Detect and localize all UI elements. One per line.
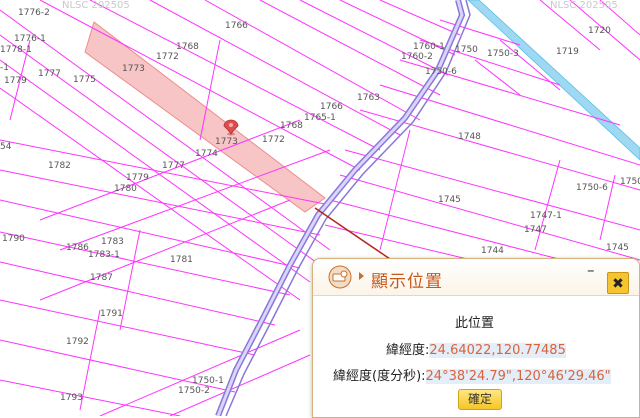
parcel-label-1747-1: 1747-1 bbox=[530, 211, 562, 221]
parcel-label-1792: 1792 bbox=[66, 337, 89, 347]
dms-coordinate-label: 緯經度(度分秒): bbox=[333, 369, 426, 384]
dms-coordinate-row: 緯經度(度分秒):24°38'24.79",120°46'29.46" bbox=[333, 365, 611, 384]
parcel-label-1766-b: 1766 bbox=[320, 102, 343, 112]
parcel-label-1783: 1783 bbox=[101, 237, 124, 247]
parcel-label-1778-1: 1778-1 bbox=[0, 45, 32, 55]
watermark-right: NLSC 202505 bbox=[550, 0, 618, 11]
parcel-label-1750: 1750 bbox=[455, 45, 478, 55]
parcel-label-1774: 1774 bbox=[195, 149, 218, 159]
parcel-label-1745: 1745 bbox=[438, 195, 461, 205]
parcel-label-54: 54 bbox=[0, 142, 12, 152]
parcel-label-1781: 1781 bbox=[170, 255, 193, 265]
parcel-label-1750-2: 1750-2 bbox=[178, 386, 210, 396]
parcel-label-1776-2: 1776-2 bbox=[18, 8, 50, 18]
parcel-label-edge: -1 bbox=[0, 63, 9, 73]
dialog-header: 顯示位置 – ✖ bbox=[313, 259, 639, 296]
parcel-label-1765-1: 1765-1 bbox=[304, 113, 336, 123]
parcel-label-1760-1: 1760-1 bbox=[413, 42, 445, 52]
dialog-title: 顯示位置 bbox=[371, 272, 443, 292]
title-pointer-icon bbox=[359, 272, 364, 280]
parcel-label-1772: 1772 bbox=[156, 52, 179, 62]
parcel-label-1748: 1748 bbox=[458, 132, 481, 142]
parcel-label-1750-6: 1750-6 bbox=[425, 67, 457, 77]
river bbox=[467, 0, 640, 161]
confirm-button[interactable]: 確定 bbox=[458, 389, 502, 410]
parcel-label-1776-1: 1776-1 bbox=[14, 34, 46, 44]
parcel-label-1750-3: 1750-3 bbox=[487, 49, 519, 59]
show-location-dialog: 顯示位置 – ✖ 此位置 緯經度:24.64022,120.77485 緯經度(… bbox=[312, 258, 640, 418]
parcel-label-1720: 1720 bbox=[588, 26, 611, 36]
parcel-label-1775: 1775 bbox=[73, 75, 96, 85]
decimal-coordinate-value: 24.64022,120.77485 bbox=[429, 343, 566, 358]
decimal-coordinate-row: 緯經度:24.64022,120.77485 bbox=[386, 339, 566, 358]
parcel-label-1777: 1777 bbox=[38, 69, 61, 79]
parcel-label-1768-b: 1768 bbox=[280, 121, 303, 131]
parcel-label-1790: 1790 bbox=[2, 234, 25, 244]
parcel-label-1768: 1768 bbox=[176, 42, 199, 52]
parcel-label-1744: 1744 bbox=[481, 246, 504, 256]
parcel-label-1719: 1719 bbox=[556, 47, 579, 57]
parcel-label-1777-b: 1777 bbox=[162, 161, 185, 171]
parcel-label-1766: 1766 bbox=[225, 21, 248, 31]
close-button[interactable]: ✖ bbox=[607, 272, 629, 294]
parcel-label-1787: 1787 bbox=[90, 273, 113, 283]
location-icon bbox=[328, 265, 352, 289]
parcel-label-1750-1: 1750-1 bbox=[192, 376, 224, 386]
parcel-label-1747: 1747 bbox=[524, 225, 547, 235]
close-icon: ✖ bbox=[612, 276, 624, 292]
location-text: 此位置 bbox=[455, 316, 495, 331]
parcel-label-1772-b: 1772 bbox=[262, 135, 285, 145]
parcel-label-1760-2: 1760-2 bbox=[401, 52, 433, 62]
parcel-label-1773: 1773 bbox=[122, 64, 145, 74]
decimal-coordinate-label: 緯經度: bbox=[386, 343, 430, 358]
parcel-label-1780: 1780 bbox=[114, 184, 137, 194]
parcel-label-1783-1: 1783-1 bbox=[88, 250, 120, 260]
parcel-label-1786: 1786 bbox=[66, 243, 89, 253]
parcel-label-1745-b: 1745 bbox=[606, 243, 629, 253]
parcel-label-1793: 1793 bbox=[60, 393, 83, 403]
parcel-label-1791: 1791 bbox=[100, 309, 123, 319]
parcel-label-1750-r: 1750 bbox=[620, 177, 640, 187]
parcel-label-1763: 1763 bbox=[357, 93, 380, 103]
watermark-left: NLSC 202505 bbox=[62, 0, 130, 11]
minimize-button[interactable]: – bbox=[587, 263, 595, 278]
parcel-label-1750-6-b: 1750-6 bbox=[576, 183, 608, 193]
parcel-label-1779: 1779 bbox=[4, 76, 27, 86]
parcel-label-1779-b: 1779 bbox=[126, 173, 149, 183]
parcel-label-1773-b: 1773 bbox=[215, 137, 238, 147]
parcel-label-1782: 1782 bbox=[48, 161, 71, 171]
dms-coordinate-value: 24°38'24.79",120°46'29.46" bbox=[425, 369, 611, 384]
